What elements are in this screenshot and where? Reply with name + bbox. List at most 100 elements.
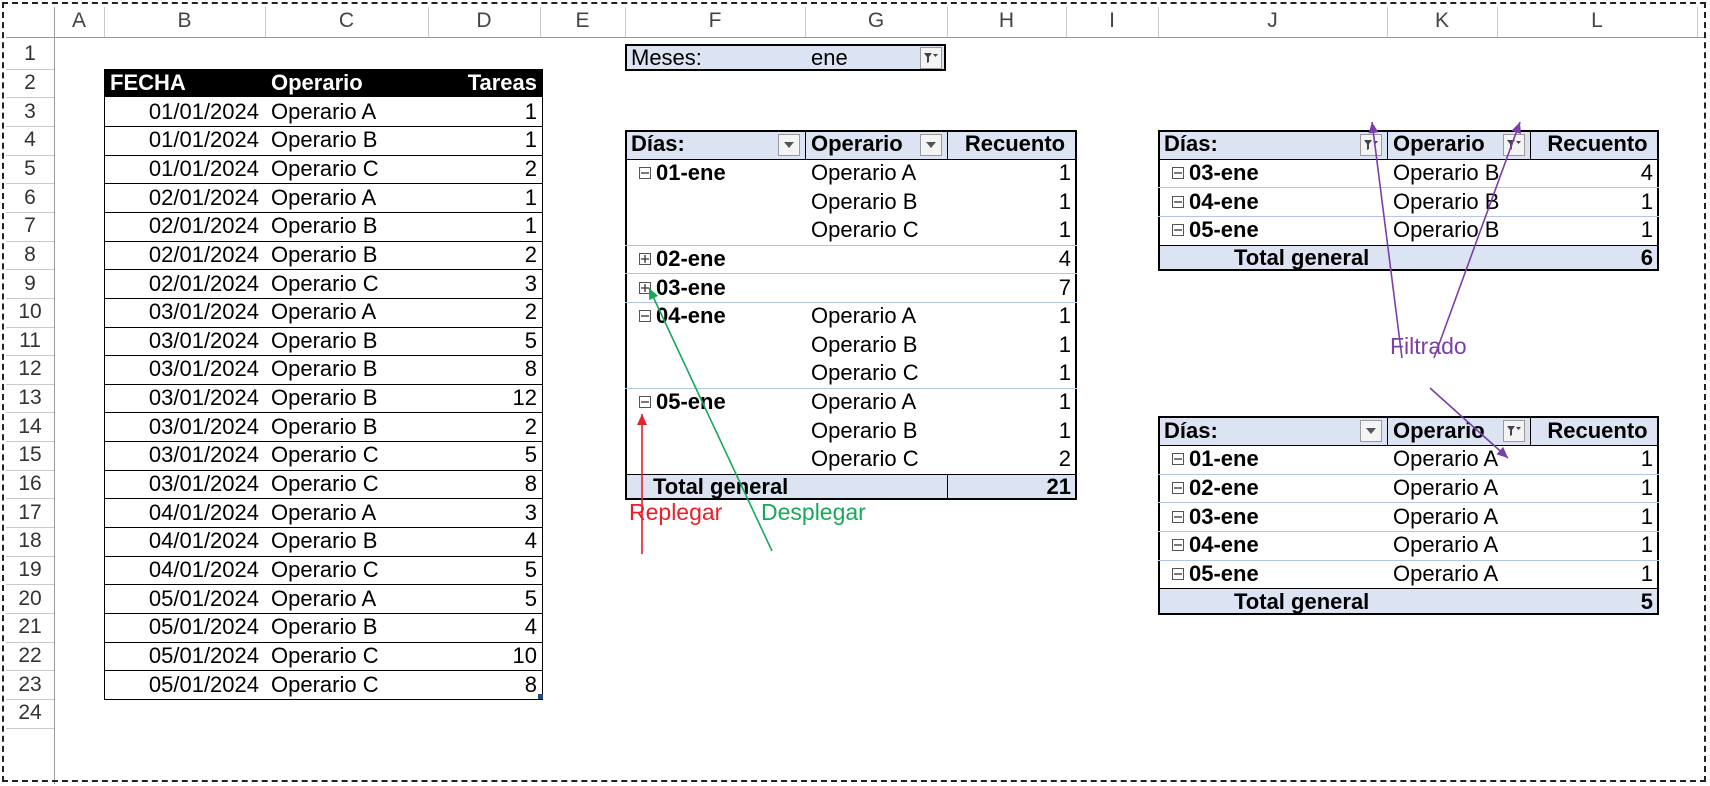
date-cell[interactable]: 03/01/2024	[104, 441, 265, 470]
date-cell[interactable]: 02/01/2024	[104, 241, 265, 270]
date-cell[interactable]: 02/01/2024	[104, 183, 265, 212]
operator-cell[interactable]: Operario B	[265, 212, 428, 241]
collapse-icon[interactable]	[639, 310, 651, 323]
tasks-cell[interactable]: 10	[428, 642, 543, 671]
date-cell[interactable]: 04/01/2024	[104, 527, 265, 556]
pivot-day-cell[interactable]: 02-ene	[633, 245, 805, 274]
tasks-cell[interactable]: 2	[428, 412, 543, 441]
date-cell[interactable]: 04/01/2024	[104, 498, 265, 527]
pivot-day-cell[interactable]: 01-ene	[1166, 445, 1387, 474]
tasks-cell[interactable]: 5	[428, 584, 543, 613]
collapse-icon[interactable]	[639, 396, 651, 409]
operator-cell[interactable]: Operario B	[265, 126, 428, 155]
row-header-10[interactable]: 10	[6, 298, 54, 327]
pivot-day-cell[interactable]: 04-ene	[1166, 531, 1387, 560]
date-cell[interactable]: 03/01/2024	[104, 327, 265, 356]
date-cell[interactable]: 05/01/2024	[104, 642, 265, 671]
operator-cell[interactable]: Operario C	[265, 670, 428, 699]
pivot-day-cell[interactable]: 03-ene	[1166, 159, 1387, 188]
operator-cell[interactable]: Operario C	[265, 642, 428, 671]
row-header-9[interactable]: 9	[6, 269, 54, 298]
operator-cell[interactable]: Operario B	[265, 412, 428, 441]
dias-filter-dropdown-icon[interactable]	[1360, 420, 1382, 443]
operator-cell[interactable]: Operario A	[265, 498, 428, 527]
collapse-icon[interactable]	[1172, 453, 1184, 466]
operario-filter-dropdown-icon[interactable]	[920, 133, 942, 156]
date-cell[interactable]: 02/01/2024	[104, 269, 265, 298]
tasks-cell[interactable]: 1	[428, 183, 543, 212]
row-header-11[interactable]: 11	[6, 327, 54, 356]
row-header-13[interactable]: 13	[6, 384, 54, 413]
spreadsheet-sheet[interactable]: A B C D E F G H I J K L 1 2 3 4 5 6 7 8 9 10 11 12 13 14 15 16 17 18 1…	[0, 0, 1710, 786]
operator-cell[interactable]: Operario C	[265, 269, 428, 298]
row-header-5[interactable]: 5	[6, 155, 54, 184]
column-header-b[interactable]: B	[104, 5, 265, 37]
column-header-j[interactable]: J	[1158, 5, 1387, 37]
operator-cell[interactable]: Operario C	[265, 556, 428, 585]
row-header-15[interactable]: 15	[6, 441, 54, 470]
pivot-day-cell[interactable]: 04-ene	[1166, 187, 1387, 216]
column-header-f[interactable]: F	[625, 5, 805, 37]
row-header-4[interactable]: 4	[6, 126, 54, 155]
tasks-cell[interactable]: 3	[428, 498, 543, 527]
operator-cell[interactable]: Operario B	[265, 355, 428, 384]
tasks-cell[interactable]: 8	[428, 670, 543, 699]
tasks-cell[interactable]: 2	[428, 155, 543, 184]
operario-filter-dropdown-icon[interactable]	[1503, 133, 1525, 156]
operator-cell[interactable]: Operario B	[265, 384, 428, 413]
pivot-day-cell[interactable]: 05-ene	[633, 388, 805, 417]
date-cell[interactable]: 01/01/2024	[104, 97, 265, 126]
fill-handle[interactable]	[538, 693, 543, 699]
dias-filter-dropdown-icon[interactable]	[778, 133, 800, 156]
pivot-day-cell[interactable]: 03-ene	[633, 273, 805, 302]
pivot-day-cell[interactable]: 04-ene	[633, 302, 805, 331]
operario-filter-dropdown-icon[interactable]	[1503, 420, 1525, 443]
operator-cell[interactable]: Operario B	[265, 241, 428, 270]
operator-cell[interactable]: Operario A	[265, 298, 428, 327]
pivot-day-cell[interactable]: 01-ene	[633, 159, 805, 188]
tasks-cell[interactable]: 4	[428, 527, 543, 556]
row-header-23[interactable]: 23	[6, 670, 54, 699]
column-header-c[interactable]: C	[265, 5, 428, 37]
row-header-3[interactable]: 3	[6, 97, 54, 126]
date-cell[interactable]: 01/01/2024	[104, 155, 265, 184]
tasks-cell[interactable]: 1	[428, 97, 543, 126]
column-header-g[interactable]: G	[805, 5, 947, 37]
collapse-icon[interactable]	[1172, 166, 1184, 179]
row-header-24[interactable]: 24	[6, 699, 54, 728]
tasks-cell[interactable]: 1	[428, 126, 543, 155]
tasks-cell[interactable]: 5	[428, 327, 543, 356]
collapse-icon[interactable]	[1172, 510, 1184, 523]
date-cell[interactable]: 01/01/2024	[104, 126, 265, 155]
column-header-k[interactable]: K	[1387, 5, 1497, 37]
row-header-22[interactable]: 22	[6, 642, 54, 671]
collapse-icon[interactable]	[1172, 568, 1184, 580]
date-cell[interactable]: 05/01/2024	[104, 584, 265, 613]
operator-cell[interactable]: Operario B	[265, 327, 428, 356]
row-header-2[interactable]: 2	[6, 69, 54, 98]
tasks-cell[interactable]: 1	[428, 212, 543, 241]
operator-cell[interactable]: Operario C	[265, 155, 428, 184]
expand-icon[interactable]	[639, 281, 651, 294]
collapse-icon[interactable]	[1172, 482, 1184, 495]
date-cell[interactable]: 03/01/2024	[104, 384, 265, 413]
row-header-1[interactable]: 1	[6, 40, 54, 69]
column-header-d[interactable]: D	[428, 5, 540, 37]
operator-cell[interactable]: Operario B	[265, 613, 428, 642]
operator-cell[interactable]: Operario B	[265, 527, 428, 556]
row-header-12[interactable]: 12	[6, 355, 54, 384]
filter-dropdown-icon[interactable]	[920, 47, 942, 69]
column-header-h[interactable]: H	[947, 5, 1066, 37]
column-header-i[interactable]: I	[1066, 5, 1158, 37]
collapse-icon[interactable]	[1172, 539, 1184, 552]
dias-filter-dropdown-icon[interactable]	[1360, 133, 1382, 156]
tasks-cell[interactable]: 4	[428, 613, 543, 642]
date-cell[interactable]: 03/01/2024	[104, 412, 265, 441]
tasks-cell[interactable]: 8	[428, 470, 543, 499]
date-cell[interactable]: 04/01/2024	[104, 556, 265, 585]
tasks-cell[interactable]: 2	[428, 241, 543, 270]
operator-cell[interactable]: Operario C	[265, 470, 428, 499]
row-header-16[interactable]: 16	[6, 470, 54, 499]
row-header-17[interactable]: 17	[6, 498, 54, 527]
operator-cell[interactable]: Operario A	[265, 97, 428, 126]
